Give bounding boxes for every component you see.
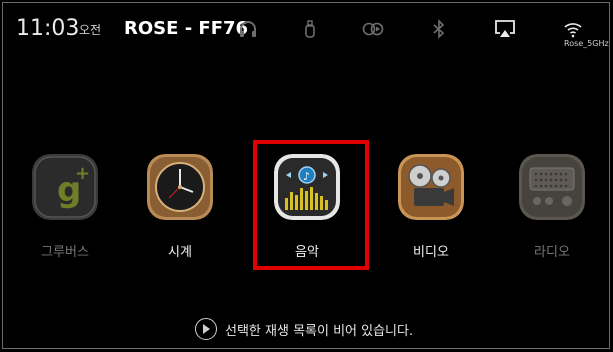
usb-icon[interactable] <box>296 15 324 43</box>
play-icon[interactable] <box>195 318 217 340</box>
status-bar: 11:03 오전 ROSE - FF76 Rose_5GHz <box>3 3 609 55</box>
headphones-icon[interactable] <box>234 15 262 43</box>
empty-playlist-message: 선택한 재생 목록이 비어 있습니다. <box>225 324 414 339</box>
bluetooth-icon[interactable] <box>425 15 453 43</box>
now-playing-bar: 선택한 재생 목록이 비어 있습니다. <box>3 314 609 344</box>
app-label: 비디오 <box>413 245 449 260</box>
app-groovers[interactable]: g + 그루버스 <box>18 154 108 264</box>
app-label: 라디오 <box>534 245 570 260</box>
clock-icon <box>147 154 213 220</box>
app-clock[interactable]: 시계 <box>133 154 223 264</box>
app-radio[interactable]: 라디오 <box>505 154 595 264</box>
clock-time: 11:03 <box>16 16 80 41</box>
selection-highlight <box>253 140 369 270</box>
app-video[interactable]: 비디오 <box>384 154 474 264</box>
input-source-icon[interactable] <box>359 15 387 43</box>
groovers-icon: g + <box>32 154 98 220</box>
radio-icon <box>519 154 585 220</box>
video-icon <box>398 154 464 220</box>
airplay-icon[interactable] <box>491 15 519 43</box>
clock-ampm: 오전 <box>79 23 102 37</box>
wifi-network-label: Rose_5GHz <box>564 39 609 48</box>
device-name: ROSE - FF76 <box>124 18 249 39</box>
device-screen: 11:03 오전 ROSE - FF76 Rose_5GHz g + 그루버스 … <box>2 2 610 349</box>
app-label: 그루버스 <box>41 245 89 260</box>
svg-text:+: + <box>75 163 90 184</box>
app-label: 시계 <box>168 245 192 260</box>
